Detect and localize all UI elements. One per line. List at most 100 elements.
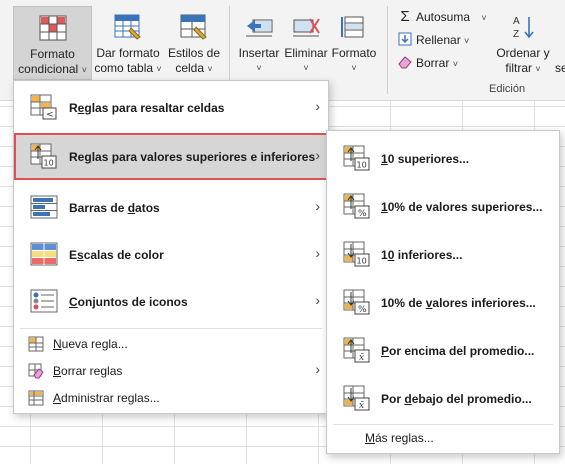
menu-item-highlight-cells-rules[interactable]: < Reglas para resaltar celdas › <box>14 87 328 127</box>
menu-item-new-rule[interactable]: Nueva regla... <box>14 332 328 356</box>
format-button[interactable]: Formato ˅ <box>329 6 379 78</box>
svg-text:A: A <box>513 16 520 27</box>
highlight-cells-rules-icon: < <box>30 94 58 120</box>
below-average-icon: x̄ <box>343 385 371 411</box>
above-average-icon: x̄ <box>343 337 371 363</box>
conditional-formatting-button[interactable]: Formato condicional ˅ <box>13 6 92 80</box>
menu-item-label: Escalas de color <box>69 248 164 262</box>
menu-item-above-average[interactable]: x̄ Por encima del promedio... <box>327 329 559 373</box>
color-scales-icon <box>30 242 58 268</box>
top-bottom-rules-submenu: 10 10 superiores... % 10% de valores sup… <box>326 130 560 454</box>
insert-button[interactable]: Insertar ˅ <box>235 6 283 78</box>
new-rule-icon <box>28 336 44 352</box>
data-bars-icon <box>30 195 58 221</box>
bottom-10-percent-icon: % <box>343 289 371 315</box>
delete-button[interactable]: Eliminar ˅ <box>283 6 329 78</box>
menu-item-bottom-10-percent[interactable]: % 10% de valores inferiores... <box>327 281 559 325</box>
chevron-right-icon: › <box>315 198 320 214</box>
format-as-table-button[interactable]: Dar formato como tabla ˅ <box>93 6 163 78</box>
menu-item-top-10-percent[interactable]: % 10% de valores superiores... <box>327 185 559 229</box>
menu-item-clear-rules[interactable]: Borrar reglas › <box>14 359 328 383</box>
cell-styles-button[interactable]: Estilos de celda ˅ <box>165 6 223 78</box>
format-label: Formato <box>331 46 377 60</box>
menu-divider <box>333 424 553 425</box>
menu-item-label: 10 inferiores... <box>381 248 463 262</box>
chevron-down-icon: ˅ <box>452 59 458 69</box>
bottom-10-icon-text: 10 <box>357 257 367 266</box>
menu-item-label: Reglas para valores superiores e inferio… <box>69 150 316 164</box>
sort-filter-button[interactable]: A Z Ordenar y filtrar ˅ <box>492 6 554 78</box>
menu-item-top-10[interactable]: 10 10 superiores... <box>327 137 559 181</box>
delete-label: Eliminar <box>284 46 328 60</box>
sort-filter-label-1: Ordenar y <box>496 46 550 60</box>
top-10-percent-icon-text: % <box>358 209 367 219</box>
chevron-down-icon: ˅ <box>351 63 357 73</box>
menu-item-label: Nueva regla... <box>53 337 128 351</box>
bottom-10-percent-icon-text: % <box>358 305 367 315</box>
below-average-icon-text: x̄ <box>359 401 364 411</box>
svg-text:10: 10 <box>44 159 54 168</box>
chevron-down-icon: ˅ <box>464 36 470 46</box>
chevron-down-icon: ˅ <box>207 64 213 74</box>
autosum-label: Autosuma <box>416 10 471 24</box>
sort-filter-label-2: filtrar <box>505 61 533 75</box>
format-as-table-label-1: Dar formato <box>96 46 160 60</box>
menu-item-below-average[interactable]: x̄ Por debajo del promedio... <box>327 377 559 421</box>
cell-styles-label-1: Estilos de <box>167 46 221 60</box>
top-10-percent-icon: % <box>343 193 371 219</box>
fill-down-icon <box>398 31 412 49</box>
top-bottom-rules-icon: 10 <box>30 143 58 169</box>
menu-item-label: Conjuntos de iconos <box>69 295 188 309</box>
fill-label: Rellenar <box>416 33 461 47</box>
clear-label: Borrar <box>416 56 450 70</box>
menu-item-top-bottom-rules[interactable]: 10 Reglas para valores superiores e infe… <box>14 133 328 180</box>
clear-rules-icon <box>28 363 44 379</box>
menu-item-label: Administrar reglas... <box>53 391 160 405</box>
menu-item-icon-sets[interactable]: Conjuntos de iconos › <box>14 280 328 324</box>
cell-styles-label-2: celda <box>175 61 205 75</box>
fill-button[interactable]: Rellenar ˅ <box>398 31 469 49</box>
cut-off-ribbon-label: se <box>555 61 565 75</box>
top-10-icon-text: 10 <box>357 161 367 170</box>
svg-text:<: < <box>46 110 54 120</box>
menu-item-data-bars[interactable]: Barras de datos › <box>14 186 328 230</box>
bottom-10-icon: 10 <box>343 241 371 267</box>
menu-divider <box>20 328 322 329</box>
autosum-button[interactable]: Σ Autosuma ˅ <box>398 8 487 26</box>
format-as-table-icon <box>114 14 142 40</box>
chevron-right-icon: › <box>315 361 320 377</box>
eraser-icon <box>398 54 412 72</box>
chevron-right-icon: › <box>315 292 320 308</box>
conditional-formatting-icon <box>39 15 67 41</box>
chevron-down-icon: ˅ <box>535 64 541 74</box>
chevron-right-icon: › <box>315 98 320 114</box>
conditional-formatting-label-2: condicional <box>18 62 79 76</box>
insert-cells-icon <box>245 14 273 40</box>
menu-item-label: Más reglas... <box>365 431 434 445</box>
insert-label: Insertar <box>238 46 280 60</box>
chevron-down-icon: ˅ <box>481 13 487 23</box>
icon-sets-icon <box>30 289 58 315</box>
top-10-icon: 10 <box>343 145 371 171</box>
menu-item-color-scales[interactable]: Escalas de color › <box>14 233 328 277</box>
cell-styles-icon <box>180 14 208 40</box>
format-as-table-label-2: como tabla <box>94 61 154 75</box>
chevron-down-icon: ˅ <box>303 63 309 73</box>
menu-item-label: Reglas para resaltar celdas <box>69 101 225 115</box>
menu-item-label: Barras de datos <box>69 201 160 215</box>
conditional-formatting-menu: < Reglas para resaltar celdas › 10 Regla… <box>13 80 329 414</box>
clear-button[interactable]: Borrar ˅ <box>398 54 458 72</box>
menu-item-bottom-10[interactable]: 10 10 inferiores... <box>327 233 559 277</box>
menu-item-label: 10% de valores inferiores... <box>381 296 536 310</box>
svg-text:Z: Z <box>513 29 519 40</box>
chevron-down-icon: ˅ <box>81 65 87 75</box>
menu-item-more-rules[interactable]: Más reglas... <box>327 427 559 449</box>
format-cells-icon <box>340 14 368 40</box>
menu-item-label: 10% de valores superiores... <box>381 200 543 214</box>
group-label-edicion: Edición <box>489 83 526 95</box>
above-average-icon-text: x̄ <box>359 353 364 363</box>
menu-item-manage-rules[interactable]: Administrar reglas... <box>14 386 328 410</box>
menu-item-label: Por encima del promedio... <box>381 344 535 358</box>
sigma-icon: Σ <box>400 8 410 25</box>
menu-item-label: 10 superiores... <box>381 152 470 166</box>
